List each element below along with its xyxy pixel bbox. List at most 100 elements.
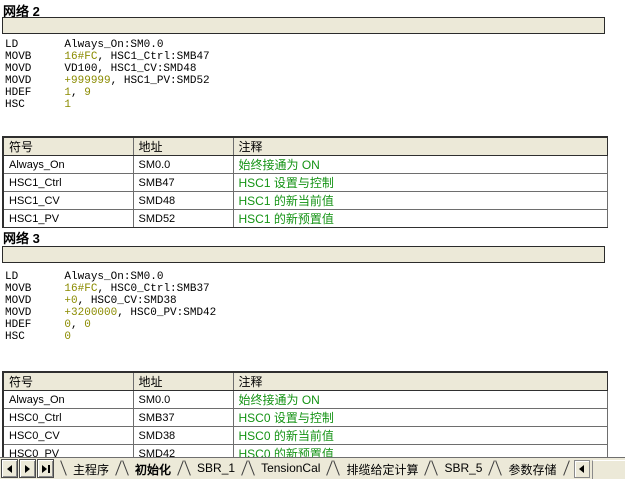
- hscroll-left-button[interactable]: [574, 460, 590, 478]
- symbol-address-cell: SMD48: [133, 192, 233, 210]
- network-3-stl-code[interactable]: LD Always_On:SM0.0MOVB 16#FC, HSC0_Ctrl:…: [5, 271, 216, 343]
- stl-text: , HSC0_CV:SMD38: [78, 295, 177, 307]
- stl-text: HSC: [5, 99, 64, 111]
- symbol-address-cell: SMB47: [133, 174, 233, 192]
- tab-SBR_5[interactable]: SBR_5: [431, 458, 495, 479]
- stl-text: , HSC0_PV:SMD42: [117, 307, 216, 319]
- stl-constant: 0: [84, 319, 91, 331]
- tab-SBR_1[interactable]: SBR_1: [184, 458, 248, 479]
- arrow-end-bar-icon: [48, 465, 50, 473]
- tab-初始化[interactable]: 初始化: [122, 458, 184, 479]
- symbol-comment-cell: HSC1 的新预置值: [233, 210, 607, 228]
- stl-code-line: HSC 1: [5, 99, 210, 111]
- tab-排缆给定计算[interactable]: 排缆给定计算: [333, 458, 431, 479]
- tab-主程序[interactable]: 主程序: [60, 458, 122, 479]
- symbol-table-row: HSC1_PVSMD52HSC1 的新预置值: [3, 210, 607, 228]
- symbol-address-cell: SMD38: [133, 427, 233, 445]
- symbol-symbol-cell: HSC1_Ctrl: [3, 174, 133, 192]
- symbol-symbol-cell: Always_On: [3, 391, 133, 409]
- symbol-table-row: HSC0_CVSMD38HSC0 的新当前值: [3, 427, 607, 445]
- arrow-right-icon: [25, 465, 30, 473]
- symbol-address-cell: SM0.0: [133, 156, 233, 174]
- stl-constant: 16#FC: [64, 283, 97, 295]
- symbol-table-header-cell: 注释: [233, 372, 607, 391]
- stl-constant: 16#FC: [64, 51, 97, 63]
- tab-参数存储[interactable]: 参数存储: [495, 458, 569, 479]
- stl-code-line: MOVD +0, HSC0_CV:SMD38: [5, 295, 216, 307]
- symbol-table-header-row: 符号地址注释: [3, 372, 607, 391]
- symbol-table-row: Always_OnSM0.0始终接通为 ON: [3, 391, 607, 409]
- symbol-comment-cell: 始终接通为 ON: [233, 391, 607, 409]
- symbol-table-row: HSC1_CtrlSMB47HSC1 设置与控制: [3, 174, 607, 192]
- symbol-comment-cell: HSC0 设置与控制: [233, 409, 607, 427]
- stl-constant: 9: [84, 87, 91, 99]
- symbol-table-header-row: 符号地址注释: [3, 137, 607, 156]
- stl-text: , HSC1_Ctrl:SMB47: [97, 51, 209, 63]
- symbol-comment-cell: HSC1 的新当前值: [233, 192, 607, 210]
- stl-code-line: HSC 0: [5, 331, 216, 343]
- stl-code-line: HDEF 1, 9: [5, 87, 210, 99]
- stl-code-line: LD Always_On:SM0.0: [5, 271, 216, 283]
- stl-code-line: MOVD VD100, HSC1_CV:SMD48: [5, 63, 210, 75]
- network-2-stl-code[interactable]: LD Always_On:SM0.0MOVB 16#FC, HSC1_Ctrl:…: [5, 39, 210, 111]
- stl-text: MOVB: [5, 283, 64, 295]
- stl-text: ,: [71, 319, 84, 331]
- stl-text: HDEF: [5, 87, 64, 99]
- pou-tabs: 主程序初始化SBR_1TensionCal排缆给定计算SBR_5参数存储: [60, 458, 570, 479]
- stl-code-line: MOVD +3200000, HSC0_PV:SMD42: [5, 307, 216, 319]
- tab-scroll-right-button[interactable]: [19, 459, 36, 478]
- stl-text: ,: [71, 87, 84, 99]
- stl-text: MOVD: [5, 75, 64, 87]
- stl-code-line: MOVB 16#FC, HSC1_Ctrl:SMB47: [5, 51, 210, 63]
- symbol-comment-cell: 始终接通为 ON: [233, 156, 607, 174]
- stl-code-line: MOVD +999999, HSC1_PV:SMD52: [5, 75, 210, 87]
- symbol-table-row: Always_OnSM0.0始终接通为 ON: [3, 156, 607, 174]
- stl-text: , HSC0_Ctrl:SMB37: [97, 283, 209, 295]
- stl-code-line: HDEF 0, 0: [5, 319, 216, 331]
- symbol-table-header-cell: 注释: [233, 137, 607, 156]
- stl-text: MOVB: [5, 51, 64, 63]
- symbol-table-header-cell: 符号: [3, 137, 133, 156]
- stl-constant: +0: [64, 295, 77, 307]
- symbol-table-header-cell: 地址: [133, 137, 233, 156]
- stl-text: HSC: [5, 331, 64, 343]
- symbol-symbol-cell: HSC0_Ctrl: [3, 409, 133, 427]
- network-3-symbol-table: 符号地址注释Always_OnSM0.0始终接通为 ONHSC0_CtrlSMB…: [2, 371, 608, 463]
- stl-text: MOVD: [5, 295, 64, 307]
- symbol-table-row: HSC0_CtrlSMB37HSC0 设置与控制: [3, 409, 607, 427]
- symbol-table-row: HSC1_CVSMD48HSC1 的新当前值: [3, 192, 607, 210]
- stl-constant: +999999: [64, 75, 110, 87]
- symbol-address-cell: SMB37: [133, 409, 233, 427]
- tab-scroll-left-button[interactable]: [1, 459, 18, 478]
- arrow-left-icon: [7, 465, 12, 473]
- arrow-right-end-icon: [42, 465, 47, 473]
- symbol-symbol-cell: HSC0_CV: [3, 427, 133, 445]
- network-3-title: 网络 3: [3, 228, 40, 247]
- arrow-left-icon: [579, 465, 584, 473]
- tab-scroll-last-button[interactable]: [37, 459, 54, 478]
- stl-constant: 0: [64, 331, 71, 343]
- hscroll-track: [592, 460, 625, 479]
- stl-text: HDEF: [5, 319, 64, 331]
- stl-text: , HSC1_PV:SMD52: [111, 75, 210, 87]
- stl-text: LD Always_On:SM0.0: [5, 271, 163, 283]
- network-2-comment-bar[interactable]: [2, 17, 605, 34]
- tab-TensionCal[interactable]: TensionCal: [248, 458, 333, 479]
- network-3-comment-bar[interactable]: [2, 246, 605, 263]
- symbol-symbol-cell: Always_On: [3, 156, 133, 174]
- pou-tab-bar: 主程序初始化SBR_1TensionCal排缆给定计算SBR_5参数存储: [0, 457, 625, 479]
- stl-constant: 1: [64, 99, 71, 111]
- stl-text: LD Always_On:SM0.0: [5, 39, 163, 51]
- stl-text: MOVD: [5, 307, 64, 319]
- symbol-address-cell: SM0.0: [133, 391, 233, 409]
- stl-text: MOVD VD100, HSC1_CV:SMD48: [5, 63, 196, 75]
- symbol-table-header-cell: 地址: [133, 372, 233, 391]
- symbol-table-header-cell: 符号: [3, 372, 133, 391]
- symbol-symbol-cell: HSC1_CV: [3, 192, 133, 210]
- network-2-symbol-table: 符号地址注释Always_OnSM0.0始终接通为 ONHSC1_CtrlSMB…: [2, 136, 608, 228]
- symbol-comment-cell: HSC1 设置与控制: [233, 174, 607, 192]
- symbol-symbol-cell: HSC1_PV: [3, 210, 133, 228]
- stl-constant: +3200000: [64, 307, 117, 319]
- stl-code-line: LD Always_On:SM0.0: [5, 39, 210, 51]
- symbol-comment-cell: HSC0 的新当前值: [233, 427, 607, 445]
